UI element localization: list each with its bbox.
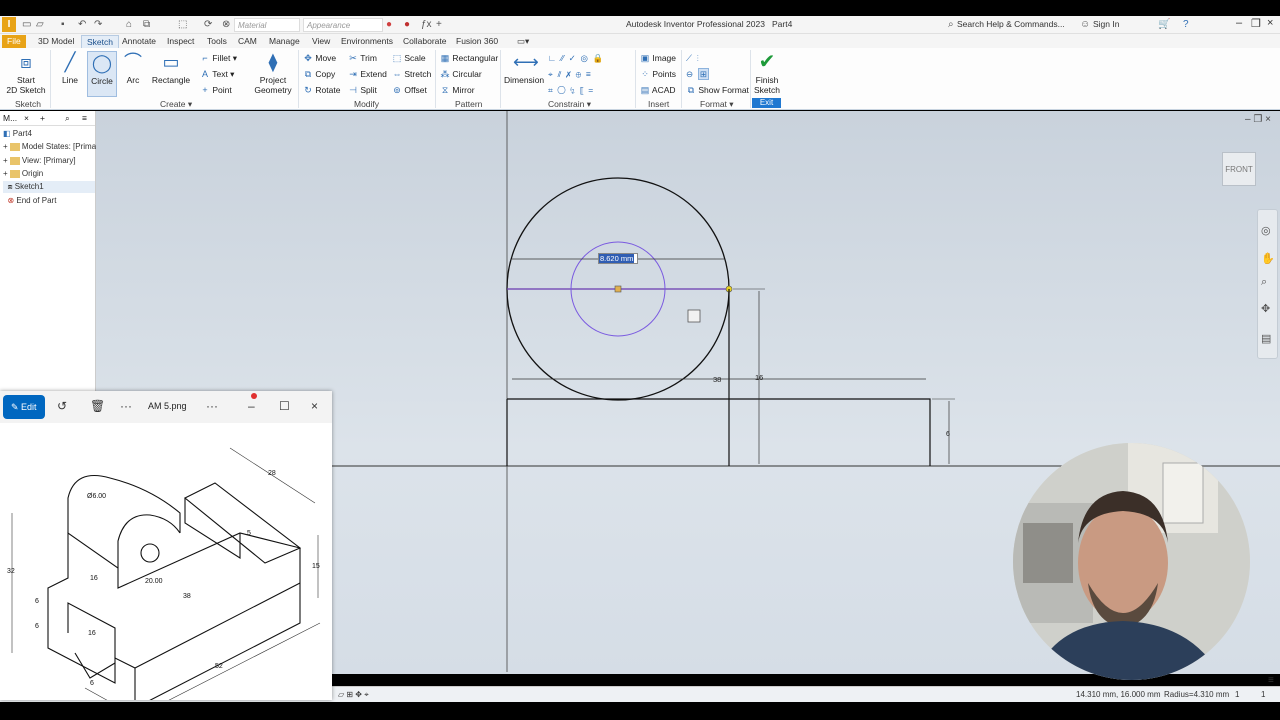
status-count-1: 1 (1235, 690, 1240, 699)
drawing-block-side (184, 498, 241, 560)
drawing-label: 52 (215, 663, 223, 670)
dim-label-width[interactable]: 38 (713, 375, 721, 384)
webcam-person-image (1013, 443, 1250, 680)
drawing-arch (67, 474, 181, 533)
drawing-label: 28 (268, 470, 276, 477)
drawing-dim-line (84, 687, 108, 700)
close-icon[interactable]: × (311, 399, 318, 413)
drawing-label: 38 (183, 593, 191, 600)
more-options-icon[interactable]: ··· (206, 399, 218, 413)
cursor-box (687, 309, 701, 323)
isometric-drawing: 28 32 15 Ø6.00 20.00 16 38 16 6 6 52 11 … (7, 447, 321, 700)
drawing-label: 16 (90, 575, 98, 582)
drawing-edge (134, 582, 301, 669)
file-name: AM 5.png (148, 401, 187, 411)
edit-label: Edit (21, 402, 37, 412)
orbit-icon[interactable]: ✥ (1261, 302, 1270, 315)
drawing-top-block (183, 482, 302, 564)
drawing-label: 20.00 (145, 578, 163, 585)
menu-icon[interactable]: ≡ (1268, 675, 1274, 686)
drawing-label: 6 (90, 680, 94, 687)
dim-label-small[interactable]: 6 (946, 431, 950, 438)
radius-readout: Radius=4.310 mm (1164, 690, 1230, 699)
drawing-label: 16 (88, 630, 96, 637)
minimize-icon[interactable]: – (248, 399, 255, 413)
dim-label-height[interactable]: 16 (755, 373, 763, 382)
drawing-label: 32 (7, 568, 15, 575)
status-tools-icons[interactable]: ▱ ⊞ ✥ ⌖ (338, 690, 369, 700)
maximize-icon[interactable]: ☐ (279, 399, 290, 413)
drawing-label: 5 (247, 530, 251, 537)
drawing-label: 15 (312, 563, 320, 570)
drawing-label: 6 (35, 598, 39, 605)
photos-toolbar: ✎ Edit ↺ 🗑 ··· AM 5.png ··· – ☐ × (0, 391, 332, 423)
canvas-window-controls[interactable]: – ❐ × (1245, 114, 1271, 125)
drawing-hole (140, 543, 160, 563)
rotate-icon[interactable]: ↺ (57, 399, 67, 413)
drawing-label: Ø6.00 (87, 493, 106, 500)
pan-icon[interactable]: ✋ (1261, 252, 1275, 265)
steering-wheel-icon[interactable]: ◎ (1261, 224, 1271, 237)
drawing-base (47, 531, 301, 700)
more-icon[interactable]: ··· (120, 399, 132, 413)
drawing-arch-front (117, 514, 181, 568)
edit-button[interactable]: ✎ Edit (3, 395, 45, 419)
cursor-coords: 14.310 mm, 16.000 mm (1076, 690, 1161, 699)
base-outline[interactable] (507, 398, 931, 466)
drawing-label: 6 (35, 623, 39, 630)
zoom-icon[interactable]: ⌕ (1261, 276, 1267, 289)
center-point[interactable] (614, 285, 622, 293)
taskbar (0, 702, 1280, 720)
photos-window: ✎ Edit ↺ 🗑 ··· AM 5.png ··· – ☐ × 28 32 … (0, 391, 332, 700)
viewcube[interactable]: FRONT (1222, 152, 1256, 186)
status-count-2: 1 (1261, 690, 1266, 699)
webcam-overlay (1013, 443, 1250, 680)
delete-icon[interactable]: 🗑 (90, 399, 105, 413)
notification-dot (251, 393, 257, 399)
dimension-input[interactable]: 8.620 mm (598, 253, 638, 264)
look-at-icon[interactable]: ▤ (1261, 332, 1271, 345)
dimension-value: 8.620 mm (599, 254, 635, 263)
navigation-bar: ◎ ✋ ⌕ ✥ ▤ (1257, 209, 1278, 359)
drawing-dim-line (168, 622, 321, 700)
